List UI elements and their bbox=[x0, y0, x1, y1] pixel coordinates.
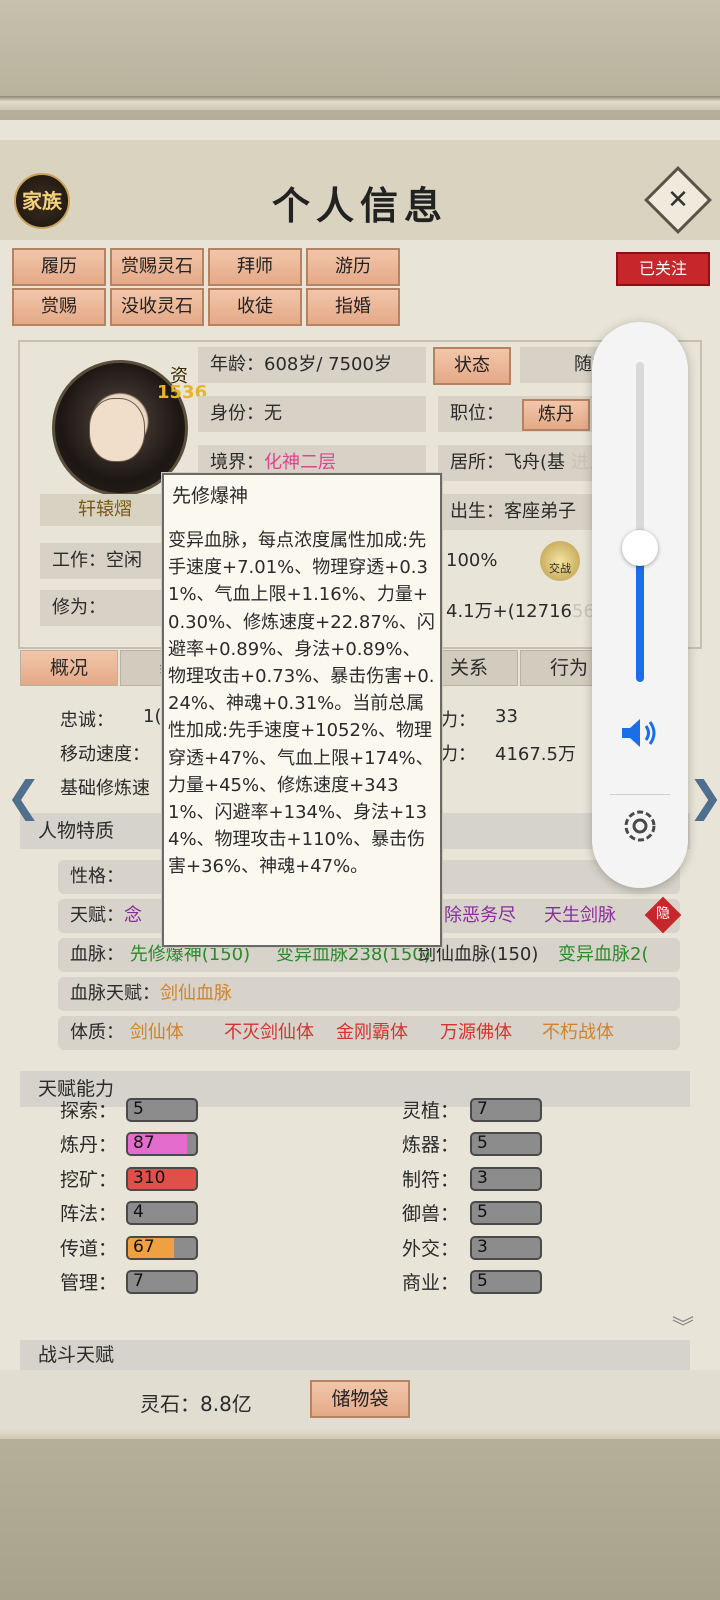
follow-badge[interactable]: 已关注 bbox=[616, 252, 710, 286]
loyalty-value: 1( bbox=[143, 706, 162, 727]
ability-label: 外交： bbox=[402, 1237, 460, 1260]
cultivation-row: 修为： bbox=[40, 590, 170, 626]
background-bottom bbox=[0, 1430, 720, 1600]
ability-label: 炼丹： bbox=[60, 1134, 118, 1157]
work-row: 工作：空闲 bbox=[40, 543, 170, 579]
ability-value: 5 bbox=[477, 1271, 488, 1291]
ability-label: 传道： bbox=[60, 1237, 118, 1260]
move-speed-label: 移动速度： bbox=[60, 744, 150, 765]
tooltip-body: 变异血脉，每点浓度属性加成:先手速度+7.01%、物理穿透+0.31%、气血上限… bbox=[168, 530, 435, 878]
ability-bar-fill bbox=[472, 1237, 473, 1258]
ability-bar: 7 bbox=[470, 1098, 542, 1122]
ability-bar: 5 bbox=[470, 1270, 542, 1294]
ability-bar: 87 bbox=[126, 1132, 198, 1157]
ability-bar: 3 bbox=[470, 1166, 542, 1191]
ability-bar-fill bbox=[128, 1203, 129, 1224]
ability-label: 商业： bbox=[402, 1272, 460, 1294]
physique-row: 体质： 剑仙体 不灭剑仙体 金刚霸体 万源佛体 不朽战体 bbox=[58, 1016, 680, 1050]
ability-label: 炼器： bbox=[402, 1134, 460, 1157]
reward-stones-button[interactable]: 赏赐灵石 bbox=[110, 248, 204, 286]
ability-label: 御兽： bbox=[402, 1203, 460, 1226]
ability-bar-fill bbox=[128, 1100, 129, 1120]
storage-bag-button[interactable]: 储物袋 bbox=[310, 1380, 410, 1418]
ability-bar-fill bbox=[472, 1134, 473, 1155]
speaker-icon[interactable] bbox=[620, 716, 660, 750]
ability-value: 7 bbox=[477, 1099, 488, 1119]
stat-right-1-value: 33 bbox=[495, 706, 518, 727]
character-name: 轩辕熠 bbox=[40, 494, 170, 526]
ability-bar: 310 bbox=[126, 1166, 198, 1191]
page-title: 个人信息 bbox=[271, 183, 448, 228]
arrange-marriage-button[interactable]: 指婚 bbox=[306, 288, 400, 326]
ability-label: 管理： bbox=[60, 1272, 118, 1294]
base-cultivation-label: 基础修炼速 bbox=[60, 778, 150, 799]
ability-bar-fill bbox=[472, 1168, 473, 1189]
ability-bar-fill bbox=[472, 1100, 474, 1120]
ability-bar-fill bbox=[472, 1272, 473, 1292]
history-button[interactable]: 履历 bbox=[12, 248, 106, 286]
stat-right-2-label: 力： bbox=[440, 744, 476, 765]
age-row: 年龄：608岁/ 7500岁 bbox=[198, 347, 426, 383]
take-master-button[interactable]: 拜师 bbox=[208, 248, 302, 286]
ability-bar: 7 bbox=[126, 1270, 198, 1294]
chevron-down-icon[interactable]: ︾ bbox=[672, 1310, 694, 1342]
ability-bar: 5 bbox=[126, 1098, 198, 1122]
volume-level bbox=[636, 547, 644, 682]
loyalty-label: 忠诚： bbox=[60, 710, 114, 731]
battle-badge-icon[interactable]: 交战 bbox=[540, 541, 580, 581]
gear-icon[interactable] bbox=[618, 804, 662, 848]
tab-overview[interactable]: 概况 bbox=[20, 650, 118, 686]
ability-label: 挖矿： bbox=[60, 1168, 118, 1191]
ability-bar-fill bbox=[472, 1203, 473, 1224]
ability-value: 67 bbox=[133, 1236, 155, 1257]
ability-value: 3 bbox=[477, 1167, 488, 1188]
ability-value: 5 bbox=[477, 1202, 488, 1223]
scroll-edge-top bbox=[0, 96, 720, 110]
ability-bar-fill bbox=[128, 1272, 130, 1292]
ability-bar: 4 bbox=[126, 1201, 198, 1226]
stat-right-2-value: 4167.5万 bbox=[495, 744, 576, 765]
spirit-stones: 灵石：8.8亿 bbox=[140, 1392, 252, 1416]
ability-label: 阵法： bbox=[60, 1203, 118, 1226]
hidden-badge-label: 隐 bbox=[656, 906, 670, 922]
ability-value: 87 bbox=[133, 1133, 155, 1154]
ability-bar: 5 bbox=[470, 1201, 542, 1226]
bloodline-tooltip: 先修爆神 变异血脉，每点浓度属性加成:先手速度+7.01%、物理穿透+0.31%… bbox=[162, 473, 442, 947]
position-button[interactable]: 炼丹 bbox=[522, 399, 590, 431]
battle-talent-section-header: 战斗天赋 bbox=[20, 1340, 690, 1370]
ability-value: 3 bbox=[477, 1236, 488, 1257]
avatar-face bbox=[89, 398, 145, 462]
ability-value: 7 bbox=[133, 1271, 144, 1291]
ability-value: 5 bbox=[133, 1099, 144, 1119]
next-character-icon[interactable]: ❯ bbox=[688, 772, 720, 821]
ability-label: 灵植： bbox=[402, 1100, 460, 1122]
confiscate-stones-button[interactable]: 没收灵石 bbox=[110, 288, 204, 326]
cultivation-value: 4.1万+(12716563 bbox=[446, 601, 607, 622]
bloodline-talent-row: 血脉天赋：剑仙血脉 bbox=[58, 977, 680, 1011]
ability-bar: 67 bbox=[126, 1235, 198, 1260]
percent-value: 100% bbox=[446, 550, 498, 571]
ability-bar: 3 bbox=[470, 1235, 542, 1260]
tooltip-title: 先修爆神 bbox=[172, 485, 249, 507]
stat-right-1-label: 力： bbox=[440, 710, 476, 731]
status-button[interactable]: 状态 bbox=[433, 347, 511, 385]
travel-button[interactable]: 游历 bbox=[306, 248, 400, 286]
close-icon: ✕ bbox=[667, 185, 689, 215]
prev-character-icon[interactable]: ❮ bbox=[6, 772, 41, 821]
volume-panel bbox=[592, 322, 688, 888]
ability-value: 5 bbox=[477, 1133, 488, 1154]
volume-slider-handle[interactable] bbox=[622, 529, 658, 566]
ability-value: 4 bbox=[133, 1202, 144, 1223]
identity-row: 身份：无 bbox=[198, 396, 426, 432]
volume-divider bbox=[610, 794, 670, 795]
ability-value: 310 bbox=[133, 1167, 166, 1188]
ability-label: 制符： bbox=[402, 1168, 460, 1191]
reward-button[interactable]: 赏赐 bbox=[12, 288, 106, 326]
take-disciple-button[interactable]: 收徒 bbox=[208, 288, 302, 326]
ability-bar: 5 bbox=[470, 1132, 542, 1157]
abilities-section-header: 天赋能力 bbox=[20, 1071, 690, 1107]
ability-label: 探索： bbox=[60, 1100, 118, 1122]
